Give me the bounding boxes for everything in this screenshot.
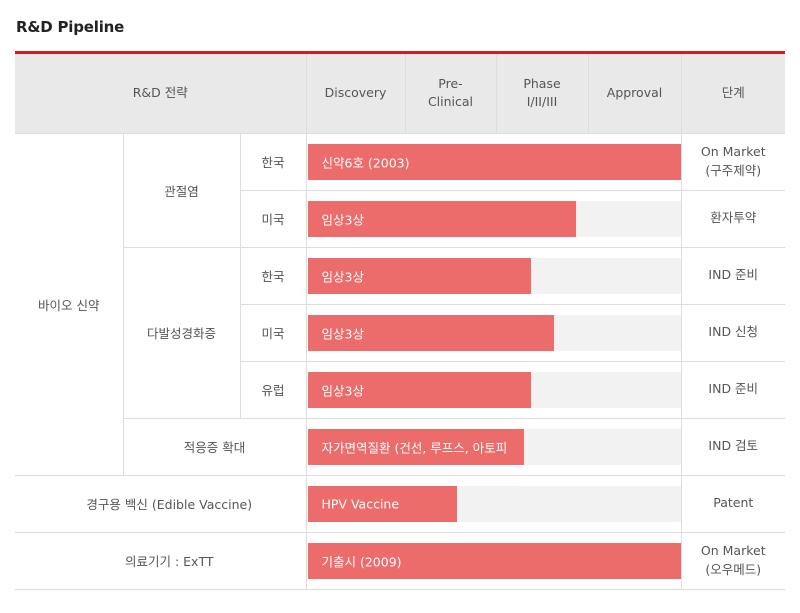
progress-cell: 자가면역질환 (건선, 루프스, 아토피 (305, 417, 682, 476)
header-approval: Approval (587, 54, 682, 134)
stage-cell: IND 준비 (680, 360, 785, 419)
progress-track: 임상3상 (307, 200, 680, 237)
table-row: 바이오 신약 관절염 한국 신약6호 (2003) On Market (구주제… (15, 132, 785, 476)
table-row: 적응증 확대 자가면역질환 (건선, 루프스, 아토피 IND 검토 (15, 417, 785, 476)
category-arthritis: 관절염 (122, 132, 241, 248)
progress-bar: 임상3상 (307, 314, 554, 351)
region-cell: 유럽 (240, 360, 307, 419)
progress-bar: 임상3상 (307, 257, 532, 294)
progress-cell: 기출시 (2009) (305, 531, 682, 590)
header-strategy: R&D 전략 (15, 54, 307, 134)
progress-label: 임상3상 (321, 383, 364, 398)
category-vaccine: 경구용 백신 (Edible Vaccine) (15, 474, 307, 533)
progress-bar: 신약6호 (2003) (307, 143, 680, 180)
header-preclinical-line1: Pre- (438, 76, 463, 92)
table-row: 의료기기 : ExTT 기출시 (2009) On Market (오우메드) (15, 531, 785, 590)
region-cell: 미국 (240, 303, 307, 362)
progress-bar: 임상3상 (307, 200, 577, 237)
header-phase: Phase I/II/III (495, 54, 589, 134)
header-discovery: Discovery (305, 54, 406, 134)
table-row: 경구용 백신 (Edible Vaccine) HPV Vaccine Pate… (15, 474, 785, 533)
progress-bar: 기출시 (2009) (307, 542, 680, 579)
progress-label: 신약6호 (2003) (321, 155, 410, 170)
header-preclinical-line2: Clinical (427, 94, 474, 110)
progress-cell: 임상3상 (305, 246, 682, 305)
progress-cell: 임상3상 (305, 189, 682, 248)
progress-bar: 임상3상 (307, 371, 532, 408)
region-cell: 한국 (239, 132, 307, 191)
progress-cell: 임상3상 (305, 360, 682, 419)
category-bio: 바이오 신약 (15, 132, 124, 476)
stage-line1: On Market (700, 144, 766, 160)
progress-cell: HPV Vaccine (305, 474, 682, 533)
progress-track: 임상3상 (307, 257, 680, 294)
progress-track: 임상3상 (307, 371, 680, 408)
progress-label: 임상3상 (321, 269, 364, 284)
region-cell: 한국 (239, 246, 307, 305)
progress-track: HPV Vaccine (307, 485, 680, 522)
stage-line2: (오우메드) (705, 561, 762, 577)
stage-cell: IND 검토 (680, 417, 785, 476)
header-phase-line2: I/II/III (526, 94, 558, 110)
progress-bar: HPV Vaccine (307, 485, 457, 522)
stage-cell: 환자투약 (680, 189, 785, 248)
progress-cell: 임상3상 (305, 303, 682, 362)
table-row: 다발성경화증 한국 임상3상 IND 준비 (15, 246, 785, 419)
progress-label: 자가면역질환 (건선, 루프스, 아토피 (321, 440, 508, 455)
progress-label: 임상3상 (321, 212, 364, 227)
region-cell: 미국 (240, 189, 307, 248)
progress-label: 임상3상 (321, 326, 364, 341)
stage-line2: (구주제약) (705, 162, 762, 178)
stage-cell: IND 신청 (680, 303, 785, 362)
header-preclinical: Pre- Clinical (404, 54, 497, 134)
category-device: 의료기기 : ExTT (15, 531, 307, 590)
stage-line1: On Market (700, 543, 766, 559)
progress-track: 자가면역질환 (건선, 루프스, 아토피 (307, 428, 680, 465)
category-expansion: 적응증 확대 (123, 417, 307, 476)
header-phase-line1: Phase (523, 76, 561, 92)
progress-label: HPV Vaccine (321, 496, 400, 511)
progress-track: 임상3상 (307, 314, 680, 351)
progress-bar: 자가면역질환 (건선, 루프스, 아토피 (307, 428, 524, 465)
stage-cell: On Market (오우메드) (680, 531, 785, 590)
header-row: R&D 전략 Discovery Pre- Clinical Phase I/I… (15, 54, 785, 134)
stage-cell: IND 준비 (680, 246, 785, 305)
category-ms: 다발성경화증 (123, 246, 241, 419)
progress-track: 신약6호 (2003) (307, 143, 680, 180)
progress-label: 기출시 (2009) (321, 554, 402, 569)
header-stage: 단계 (680, 54, 785, 134)
page-title: R&D Pipeline (16, 18, 125, 36)
stage-cell: Patent (680, 474, 785, 533)
pipeline-table: R&D 전략 Discovery Pre- Clinical Phase I/I… (15, 54, 785, 590)
stage-cell: On Market (구주제약) (680, 132, 785, 191)
progress-track: 기출시 (2009) (307, 542, 680, 579)
progress-cell: 신약6호 (2003) (305, 132, 682, 191)
